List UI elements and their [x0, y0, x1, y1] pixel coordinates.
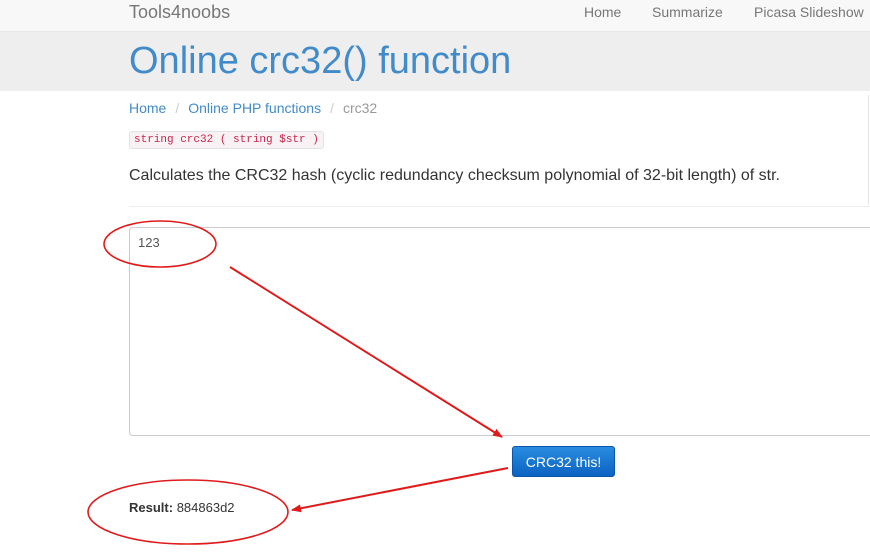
- divider: [129, 206, 870, 207]
- nav-link-picasa-slideshow[interactable]: Picasa Slideshow: [754, 3, 864, 21]
- divider: [868, 95, 869, 205]
- string-input[interactable]: 123: [129, 227, 870, 436]
- nav-link-summarize[interactable]: Summarize: [652, 3, 723, 21]
- breadcrumb-separator: /: [330, 100, 334, 116]
- annotation-arrow-to-result: [291, 467, 509, 513]
- breadcrumb-separator: /: [175, 100, 180, 116]
- brand-logo[interactable]: Tools4noobs: [129, 1, 230, 23]
- breadcrumb-php-functions[interactable]: Online PHP functions: [188, 100, 321, 116]
- page-title: Online crc32() function: [129, 40, 512, 82]
- breadcrumb-current: crc32: [342, 100, 378, 116]
- nav-link-home[interactable]: Home: [584, 3, 621, 21]
- crc32-submit-button[interactable]: CRC32 this!: [512, 446, 615, 477]
- result-output: Result: 884863d2: [129, 500, 235, 516]
- result-label: Result:: [129, 500, 174, 515]
- breadcrumb: Home / Online PHP functions / crc32: [129, 99, 377, 117]
- navbar: Tools4noobs Home Summarize Picasa Slides…: [0, 0, 870, 32]
- breadcrumb-home[interactable]: Home: [129, 100, 166, 116]
- result-value: 884863d2: [176, 500, 235, 515]
- function-description: Calculates the CRC32 hash (cyclic redund…: [129, 167, 780, 184]
- function-signature: string crc32 ( string $str ): [129, 131, 324, 149]
